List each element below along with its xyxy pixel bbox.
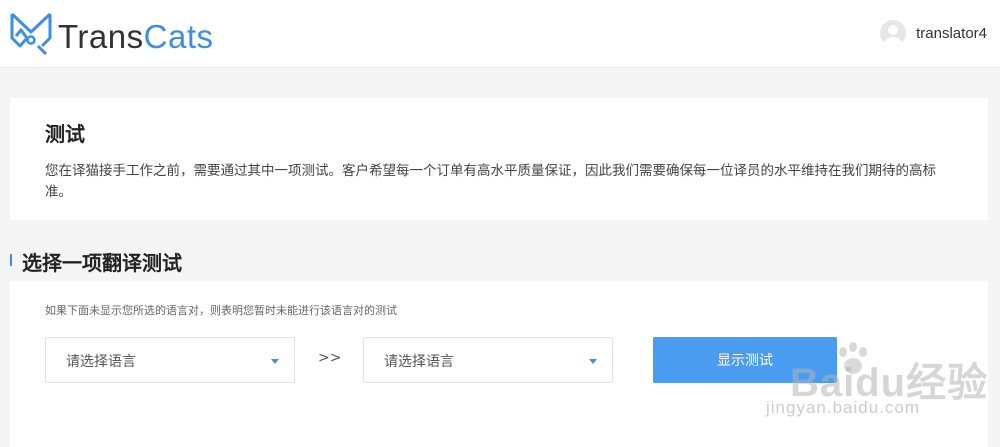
intro-card: 测试 您在译猫接手工作之前，需要通过其中一项测试。客户希望每一个订单有高水平质量… [10,98,988,220]
user-menu[interactable]: translator4 [880,20,987,46]
caret-down-icon [271,359,279,364]
logo-wordmark: TransCats [58,18,214,56]
language-pair-note: 如果下面未显示您所选的语言对，则表明您暂时未能进行该语言对的测试 [45,304,397,317]
cat-ears-logo-icon [10,12,52,56]
source-language-value: 请选择语言 [66,354,136,370]
default-avatar-icon[interactable] [880,20,907,46]
username[interactable]: translator4 [916,25,987,42]
target-language-value: 请选择语言 [384,354,454,370]
target-language-select[interactable]: 请选择语言 [363,337,613,383]
intro-description: 您在译猫接手工作之前，需要通过其中一项测试。客户希望每一个订单有高水平质量保证，… [45,163,936,200]
language-separator: >> [318,350,342,366]
section-title: 选择一项翻译测试 [22,251,182,275]
source-language-select[interactable]: 请选择语言 [45,337,295,383]
page-title: 测试 [45,122,85,146]
top-header: TransCats translator4 [0,0,1000,68]
transcats-logo[interactable]: TransCats [8,10,214,56]
logo-text-cats: Cats [143,18,214,55]
logo-text-trans: Trans [58,18,144,55]
section-accent-bar [10,254,12,266]
show-test-button[interactable]: 显示测试 [653,337,837,383]
caret-down-icon [589,359,597,364]
test-selector-card: 如果下面未显示您所选的语言对，则表明您暂时未能进行该语言对的测试 请选择语言 >… [10,281,988,447]
